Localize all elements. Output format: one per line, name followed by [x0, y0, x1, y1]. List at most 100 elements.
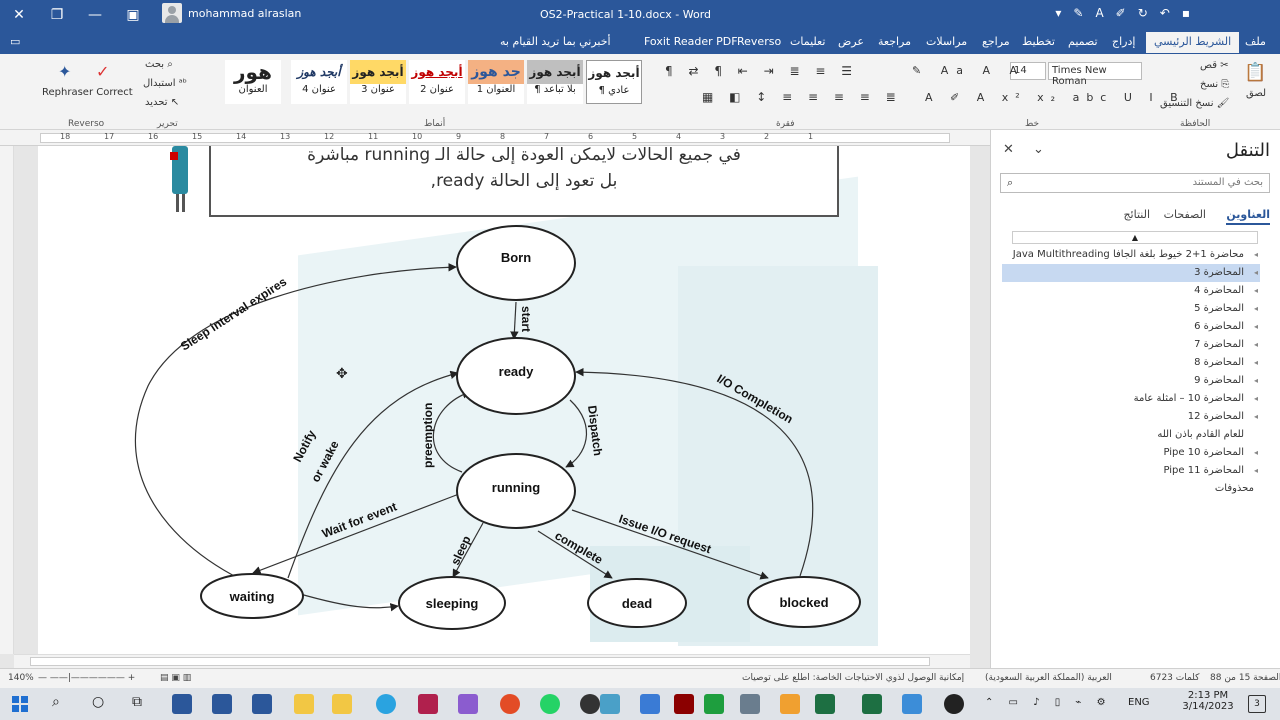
- text-highlight-icon[interactable]: A: [1095, 6, 1103, 20]
- tab-review[interactable]: مراجعة: [878, 35, 911, 48]
- close-icon[interactable]: ✕: [1003, 142, 1014, 157]
- tab-pages[interactable]: الصفحات: [1164, 208, 1206, 221]
- app-icon[interactable]: [418, 694, 438, 714]
- heading-item[interactable]: المحاضرة 5: [1002, 300, 1260, 318]
- heading-item[interactable]: المحاضرة 6: [1002, 318, 1260, 336]
- collapse-all-bar[interactable]: ▲: [1012, 231, 1258, 244]
- heading-item[interactable]: للعام القادم باذن الله: [1002, 426, 1260, 444]
- xbox-icon[interactable]: [704, 694, 724, 714]
- replace-button[interactable]: استبدال ᵃᵇ: [143, 78, 187, 89]
- find-button[interactable]: بحث ⌕: [145, 59, 173, 70]
- pen-icon[interactable]: ✐: [1116, 6, 1126, 20]
- horizontal-ruler[interactable]: 18 17 16 15 14 13 12 11 10 9 8 7 6 5 4 3…: [0, 130, 990, 146]
- copy-button[interactable]: نسخ ⎘: [1200, 79, 1229, 90]
- heading-item[interactable]: المحاضرة 7: [1002, 336, 1260, 354]
- page-count[interactable]: الصفحة 15 من 88: [1210, 673, 1280, 683]
- system-tray-icons[interactable]: ⌃ ▭ ♪ ▯ ⌁ ⚙: [985, 697, 1112, 708]
- style-heading-4[interactable]: أبجد هوز عنوان 4: [291, 60, 347, 104]
- horizontal-scrollbar[interactable]: [14, 654, 970, 668]
- language-status[interactable]: العربية (المملكة العربية السعودية): [985, 673, 1112, 683]
- heading-item[interactable]: المحاضرة 3: [1002, 264, 1260, 282]
- heading-item[interactable]: المحاضرة 10 – امثلة عامة: [1002, 390, 1260, 408]
- zoom-slider[interactable]: — ——|—————— +: [38, 673, 135, 683]
- style-heading-3[interactable]: أبجد هوز عنوان 3: [350, 60, 406, 104]
- paragraph-tools-row1[interactable]: ¶ ⇄ ¶ ⇤ ⇥ ≣ ≡ ☰: [665, 64, 858, 78]
- excel-icon[interactable]: [862, 694, 882, 714]
- chevron-down-icon[interactable]: ⌄: [1033, 142, 1044, 157]
- document-area[interactable]: في جميع الحالات لايمكن العودة إلى حالة ا…: [0, 146, 990, 654]
- accessibility-status[interactable]: إمكانية الوصول لذوي الاحتياجات الخاصة: ا…: [742, 673, 964, 683]
- paragraph-tools-row2[interactable]: ▦ ◧ ↕ ≡ ≡ ≡ ≡ ≣: [702, 90, 902, 104]
- font-name-select[interactable]: Times New Roman: [1048, 62, 1142, 87]
- tab-results[interactable]: النتائج: [1123, 208, 1150, 221]
- font-tools-row1[interactable]: ✎ Aa A A: [912, 64, 1025, 77]
- app-icon[interactable]: [674, 694, 694, 714]
- heading-item[interactable]: المحاضرة 12: [1002, 408, 1260, 426]
- telegram-icon[interactable]: [376, 694, 396, 714]
- windows-start-icon[interactable]: [12, 696, 28, 712]
- heading-item[interactable]: محذوفات: [1012, 480, 1270, 498]
- undo-icon[interactable]: ↶: [1160, 6, 1170, 20]
- word-app-icon[interactable]: [252, 694, 272, 714]
- redo-icon[interactable]: ↻: [1138, 6, 1148, 20]
- tab-foxit[interactable]: Foxit Reader PDF: [644, 35, 738, 48]
- notification-center-icon[interactable]: 3: [1248, 695, 1266, 713]
- word-count[interactable]: 6723 كلمات: [1150, 673, 1199, 683]
- heading-item[interactable]: المحاضرة 10 Pipe: [1002, 444, 1260, 462]
- tab-help[interactable]: تعليمات: [790, 35, 825, 48]
- user-account[interactable]: mohammad alraslan: [162, 3, 301, 23]
- tab-mailings[interactable]: مراسلات: [926, 35, 967, 48]
- tab-home[interactable]: الشريط الرئيسي: [1146, 32, 1240, 53]
- todo-icon[interactable]: [640, 694, 660, 714]
- restore-icon[interactable]: ❐: [38, 0, 76, 30]
- task-view-icon[interactable]: ⧉: [132, 694, 142, 710]
- tab-view[interactable]: عرض: [838, 35, 864, 48]
- app-icon[interactable]: [780, 694, 800, 714]
- tab-insert[interactable]: إدراج: [1112, 35, 1135, 48]
- app-icon[interactable]: [580, 694, 600, 714]
- tab-references[interactable]: مراجع: [982, 35, 1010, 48]
- draw-icon[interactable]: ✎: [1073, 6, 1083, 20]
- scroll-thumb[interactable]: [30, 657, 930, 666]
- word-app-icon[interactable]: [212, 694, 232, 714]
- comments-icon[interactable]: ▭: [10, 35, 20, 48]
- word-app-icon[interactable]: [172, 694, 192, 714]
- heading-item[interactable]: المحاضرة 11 Pipe: [1002, 462, 1260, 480]
- style-heading-2[interactable]: أبجد هوز عنوان 2: [409, 60, 465, 104]
- search-input[interactable]: بحث في المستند ⌕: [1000, 173, 1270, 193]
- cut-button[interactable]: قص ✂: [1200, 60, 1229, 71]
- zoom-level[interactable]: 140%: [8, 673, 34, 683]
- visual-studio-icon[interactable]: [458, 694, 478, 714]
- tell-me-box[interactable]: أخبرني بما تريد القيام به: [500, 35, 611, 48]
- app-icon[interactable]: [944, 694, 964, 714]
- tab-headings[interactable]: العناوين: [1226, 208, 1270, 225]
- search-icon[interactable]: ⌕: [52, 694, 60, 710]
- input-language[interactable]: ENG: [1128, 697, 1150, 708]
- view-buttons[interactable]: ▤ ▣ ▥: [160, 673, 191, 683]
- app-icon[interactable]: [902, 694, 922, 714]
- tab-reverso[interactable]: Reverso: [737, 35, 781, 48]
- heading-item[interactable]: المحاضرة 4: [1002, 282, 1260, 300]
- file-explorer-icon[interactable]: [294, 694, 314, 714]
- document-page[interactable]: في جميع الحالات لايمكن العودة إلى حالة ا…: [38, 146, 970, 654]
- style-no-spacing[interactable]: أبجد هوز ¶ بلا تباعد: [527, 60, 583, 104]
- whatsapp-icon[interactable]: [540, 694, 560, 714]
- style-title[interactable]: هور العنوان: [225, 60, 281, 104]
- excel-icon[interactable]: [815, 694, 835, 714]
- save-icon[interactable]: ▪: [1182, 6, 1190, 20]
- close-icon[interactable]: ✕: [0, 0, 38, 30]
- customize-qat-icon[interactable]: ▾: [1055, 6, 1061, 20]
- format-painter-button[interactable]: نسخ التنسيق 🖌: [1160, 98, 1229, 109]
- paste-button[interactable]: لصق: [1246, 88, 1266, 99]
- tab-design[interactable]: تصميم: [1068, 35, 1098, 48]
- file-explorer-icon[interactable]: [332, 694, 352, 714]
- style-heading-1[interactable]: جد هوز العنوان 1: [468, 60, 524, 104]
- rephraser-correct-button[interactable]: Rephraser Correct: [42, 87, 133, 98]
- chrome-icon[interactable]: [500, 694, 520, 714]
- calculator-icon[interactable]: [740, 694, 760, 714]
- ribbon-display-icon[interactable]: ▣: [114, 0, 152, 30]
- app-icon[interactable]: [600, 694, 620, 714]
- minimize-icon[interactable]: —: [76, 0, 114, 30]
- tab-layout[interactable]: تخطيط: [1022, 35, 1055, 48]
- heading-item[interactable]: المحاضرة 9: [1002, 372, 1260, 390]
